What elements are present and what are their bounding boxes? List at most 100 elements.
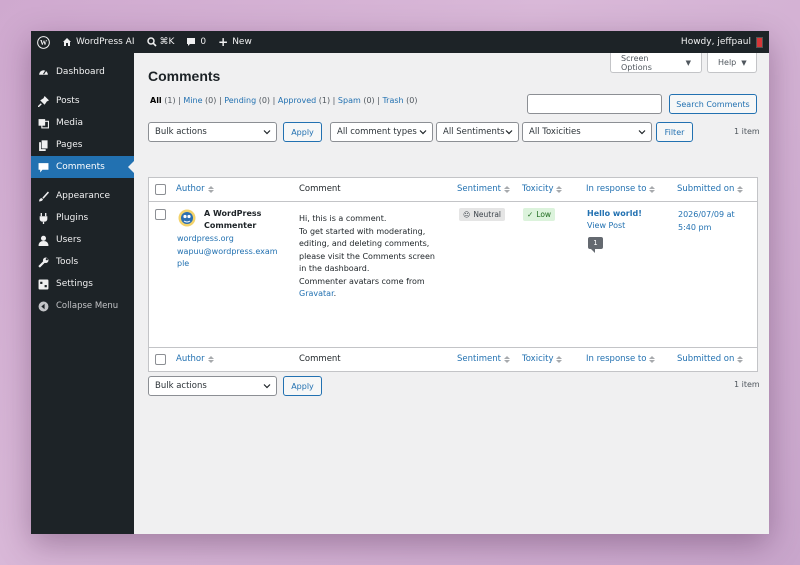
filter-all[interactable]: All — [150, 96, 162, 105]
caret-down-icon: ▼ — [741, 58, 747, 67]
comment-icon — [37, 161, 49, 173]
sidebar-item-label: Media — [56, 118, 84, 128]
sidebar-item-label: Comments — [56, 162, 105, 172]
column-sentiment[interactable]: Sentiment — [457, 354, 510, 364]
filter-count: (1) — [164, 96, 176, 105]
pushpin-icon — [37, 95, 49, 107]
filter-pending[interactable]: Pending — [224, 96, 256, 105]
comment-status-filters: All (1) | Mine (0) | Pending (0) | Appro… — [150, 96, 418, 105]
sidebar-item-comments[interactable]: Comments — [31, 156, 134, 178]
comment-bubble-icon — [187, 38, 196, 46]
separator: | — [218, 96, 222, 105]
select-all-checkbox[interactable] — [155, 184, 166, 195]
sidebar-item-media[interactable]: Media — [31, 112, 134, 134]
sentiments-select[interactable]: All Sentiments — [436, 122, 519, 142]
column-in-response-to[interactable]: In response to — [586, 354, 656, 364]
column-author[interactable]: Author — [176, 184, 214, 194]
author-email-link[interactable]: wapuu@wordpress.example — [177, 246, 281, 270]
column-label: Submitted on — [677, 354, 735, 364]
post-title-link[interactable]: Hello world! — [587, 209, 642, 218]
new-content-link[interactable]: + New — [212, 31, 258, 53]
apply-button[interactable]: Apply — [283, 122, 322, 142]
column-sentiment[interactable]: Sentiment — [457, 184, 510, 194]
help-label: Help — [718, 58, 737, 67]
sort-arrows-icon — [207, 185, 214, 193]
site-name-link[interactable]: WordPress AI — [56, 31, 141, 53]
bulk-actions-select-bottom[interactable]: Bulk actions — [148, 376, 277, 396]
item-count: 1 item — [734, 380, 760, 389]
column-author[interactable]: Author — [176, 354, 214, 364]
column-toxicity[interactable]: Toxicity — [522, 354, 563, 364]
sort-arrows-icon — [737, 355, 744, 363]
screen-options-button[interactable]: Screen Options ▼ — [610, 53, 702, 73]
sort-arrows-icon — [556, 185, 563, 193]
sidebar-item-posts[interactable]: Posts — [31, 90, 134, 112]
column-label: Submitted on — [677, 184, 735, 194]
new-label: New — [232, 37, 252, 47]
filter-count: (0) — [258, 96, 271, 105]
comment-text: To get started with moderating, editing,… — [299, 226, 435, 274]
main-content: Screen Options ▼ Help ▼ Comments All (1)… — [134, 53, 769, 534]
column-submitted-on[interactable]: Submitted on — [677, 184, 744, 194]
comments-link[interactable]: 0 — [180, 31, 212, 53]
search-comments-button[interactable]: Search Comments — [669, 94, 757, 114]
howdy-text: Howdy, jeffpaul — [680, 37, 751, 47]
collapse-menu-button[interactable]: Collapse Menu — [31, 295, 134, 317]
sidebar-item-plugins[interactable]: Plugins — [31, 207, 134, 229]
filter-trash[interactable]: Trash — [382, 96, 403, 105]
sidebar-item-tools[interactable]: Tools — [31, 251, 134, 273]
sidebar-item-settings[interactable]: Settings — [31, 273, 134, 295]
sidebar-item-pages[interactable]: Pages — [31, 134, 134, 156]
wordpress-logo-icon[interactable]: W — [31, 31, 56, 53]
screen-options-label: Screen Options — [621, 53, 652, 72]
plus-icon: + — [218, 35, 229, 49]
submitted-on-link[interactable]: 2026/07/09 at 5:40 pm — [678, 209, 750, 234]
column-submitted-on[interactable]: Submitted on — [677, 354, 744, 364]
chevron-down-icon — [419, 130, 427, 135]
column-label: In response to — [586, 354, 647, 364]
sidebar-item-appearance[interactable]: Appearance — [31, 185, 134, 207]
help-button[interactable]: Help ▼ — [707, 53, 757, 73]
row-checkbox[interactable] — [155, 209, 166, 220]
column-label: Sentiment — [457, 354, 501, 364]
filter-spam[interactable]: Spam — [338, 96, 361, 105]
sidebar-item-label: Dashboard — [56, 67, 105, 77]
column-in-response-to[interactable]: In response to — [586, 184, 656, 194]
filter-count: (0) — [406, 96, 418, 105]
filter-button[interactable]: Filter — [656, 122, 693, 142]
apply-button-bottom[interactable]: Apply — [283, 376, 322, 396]
bulk-actions-select[interactable]: Bulk actions — [148, 122, 277, 142]
sort-arrows-icon — [556, 355, 563, 363]
command-palette-button[interactable]: ⌘K — [141, 31, 181, 53]
my-account[interactable]: Howdy, jeffpaul — [680, 36, 769, 48]
view-post-link[interactable]: View Post — [587, 221, 625, 230]
pages-icon — [37, 139, 49, 151]
filter-approved[interactable]: Approved — [278, 96, 316, 105]
toxicities-select[interactable]: All Toxicities — [522, 122, 652, 142]
separator: | — [377, 96, 380, 105]
browser-window: W WordPress AI ⌘K 0 + New Howdy, jeffpau… — [31, 31, 769, 534]
caret-down-icon: ▼ — [685, 58, 691, 67]
sidebar-item-users[interactable]: Users — [31, 229, 134, 251]
select-all-checkbox[interactable] — [155, 354, 166, 365]
sidebar-item-label: Posts — [56, 96, 80, 106]
neutral-face-icon: 😐 — [463, 210, 471, 219]
sentiment-badge: 😐 Neutral — [459, 208, 505, 221]
column-label: Toxicity — [522, 354, 554, 364]
chevron-down-icon — [263, 130, 271, 135]
filter-count: (0) — [363, 96, 375, 105]
comment-types-select[interactable]: All comment types — [330, 122, 433, 142]
post-comment-count-bubble[interactable]: 1 — [588, 237, 603, 253]
author-url-link[interactable]: wordpress.org — [177, 234, 234, 243]
filter-mine[interactable]: Mine — [183, 96, 202, 105]
comment-text: Commenter avatars come from — [299, 276, 425, 286]
collapse-arrow-icon — [37, 300, 49, 312]
table-header: Author Comment Sentiment Toxicity In res… — [149, 178, 757, 202]
item-count: 1 item — [734, 127, 760, 136]
search-input[interactable] — [527, 94, 662, 114]
sidebar-item-dashboard[interactable]: Dashboard — [31, 61, 134, 83]
sort-arrows-icon — [649, 355, 656, 363]
checkmark-icon: ✓ — [527, 210, 534, 219]
column-toxicity[interactable]: Toxicity — [522, 184, 563, 194]
gravatar-link[interactable]: Gravatar — [299, 289, 334, 298]
